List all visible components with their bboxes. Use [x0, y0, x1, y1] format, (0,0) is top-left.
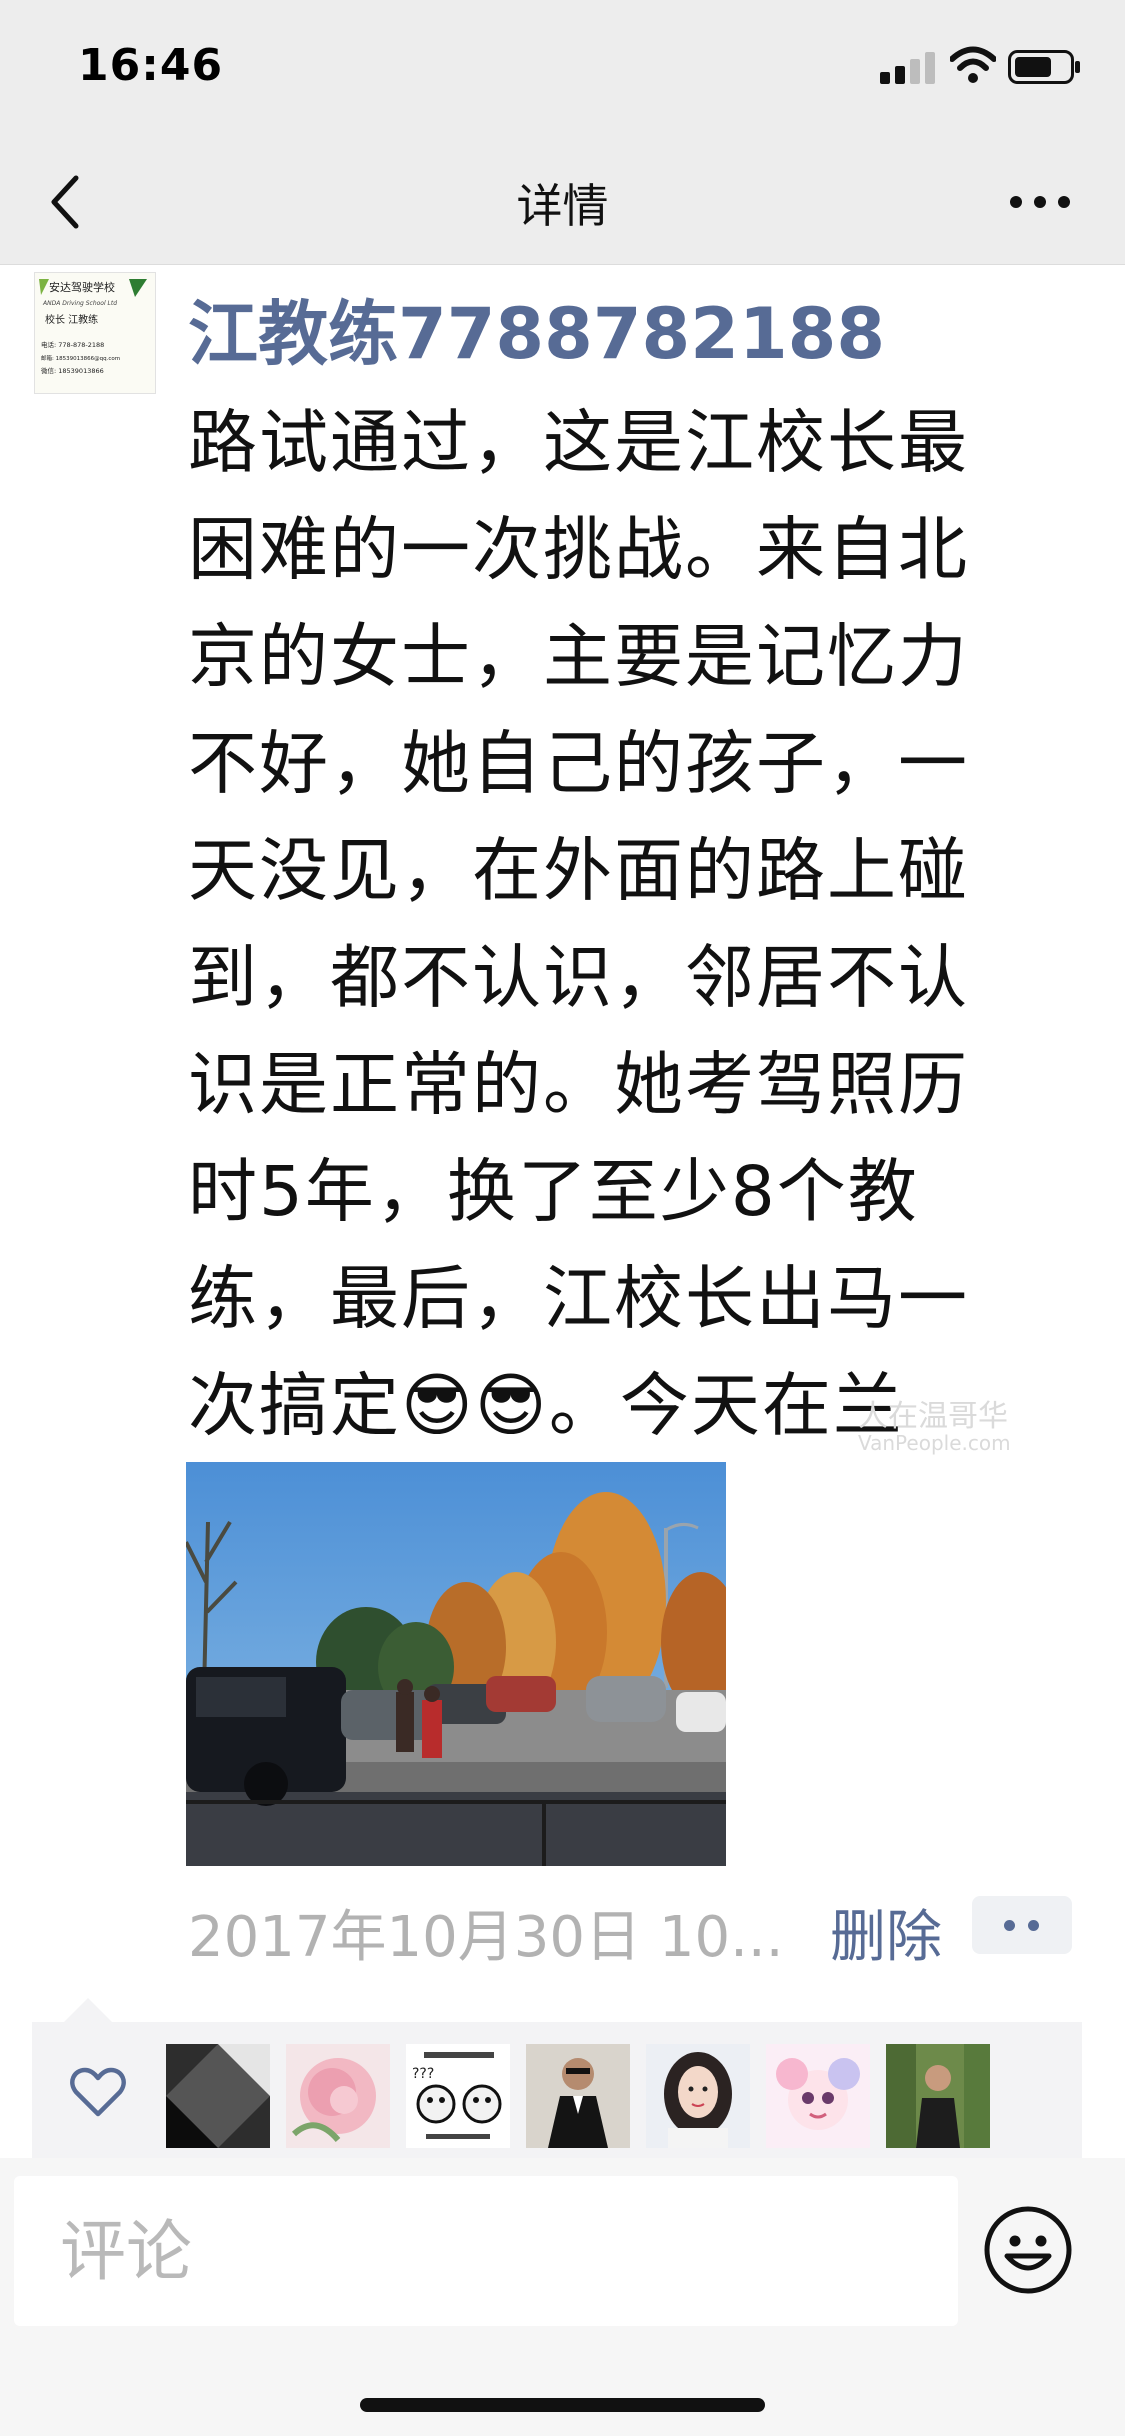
post-text-line: 不好，她自己的孩子，一 — [188, 724, 969, 804]
post-text-line: 京的女士，主要是记忆力 — [188, 617, 969, 697]
avatar-peony[interactable] — [286, 2044, 390, 2148]
avatar-school-en: ANDA Driving School Ltd — [42, 300, 117, 307]
post-meta: 2017年10月30日 10... 删除 — [188, 1892, 1088, 1970]
post-photo[interactable] — [186, 1462, 726, 1866]
likes-panel: ??? — [32, 2022, 1082, 2158]
svg-text:???: ??? — [412, 2066, 434, 2082]
avatar-meme[interactable]: ??? — [406, 2044, 510, 2148]
post-text-line: 到，都不认识，邻居不认 — [188, 938, 969, 1018]
avatar-school-name: 安达驾驶学校 — [49, 280, 115, 294]
avatar-card-graphic: 安达驾驶学校 ANDA Driving School Ltd 校长 江教练 电话… — [35, 273, 155, 393]
comment-action-button[interactable] — [972, 1896, 1072, 1954]
watermark: 人在温哥华 VanPeople.com — [858, 1399, 1011, 1456]
wifi-icon — [950, 46, 996, 83]
post-text-line: 练，最后，江校长出马一 — [188, 1259, 969, 1339]
avatar-wechat: 微信: 18539013866 — [41, 366, 104, 375]
post-text-line: 路试通过，这是江校长最 — [188, 403, 969, 483]
post-text-line: 时5年，换了至少8个教 — [188, 1152, 919, 1232]
home-indicator — [360, 2398, 765, 2412]
avatar-title: 校长 江教练 — [45, 313, 98, 326]
avatar-cartoon[interactable] — [766, 2044, 870, 2148]
post-text-line: 天没见，在外面的路上碰 — [188, 831, 969, 911]
post-text-line: 识是正常的。她考驾照历 — [188, 1045, 969, 1125]
status-bar: 16:46 — [0, 0, 1125, 140]
heart-icon — [70, 2067, 126, 2117]
avatar-woman[interactable] — [646, 2044, 750, 2148]
avatar-email: 邮箱: 18539013866@qq.com — [41, 354, 120, 362]
comment-bar — [0, 2158, 1125, 2436]
avatar-phone: 电话: 778-878-2188 — [41, 340, 104, 349]
avatar-man-suit[interactable] — [526, 2044, 630, 2148]
cellular-signal-icon — [880, 52, 940, 84]
battery-icon — [1008, 50, 1080, 84]
watermark-text: 人在温哥华 — [858, 1399, 1008, 1434]
post-text: 路试通过，这是江校长最 困难的一次挑战。来自北 京的女士，主要是记忆力 不好，她… — [188, 390, 1088, 1567]
page-title: 详情 — [516, 179, 609, 233]
avatar-abstract[interactable] — [166, 2044, 270, 2148]
author-avatar[interactable]: 安达驾驶学校 ANDA Driving School Ltd 校长 江教练 电话… — [34, 272, 156, 394]
navigation-bar: 详情 — [0, 140, 1125, 265]
post-text-line: 困难的一次挑战。来自北 — [188, 510, 969, 590]
more-options-icon[interactable] — [1010, 196, 1070, 210]
comment-input[interactable] — [14, 2176, 958, 2326]
emoji-icon[interactable] — [982, 2204, 1074, 2296]
watermark-subtext: VanPeople.com — [858, 1431, 1011, 1455]
status-time: 16:46 — [78, 40, 224, 91]
author-name[interactable]: 江教练7788782188 — [188, 278, 885, 379]
delete-link[interactable]: 删除 — [830, 1892, 942, 1973]
likes-pointer — [62, 1998, 114, 2024]
post-timestamp: 2017年10月30日 10... — [188, 1905, 784, 1970]
avatar-man-outdoor[interactable] — [886, 2044, 990, 2148]
